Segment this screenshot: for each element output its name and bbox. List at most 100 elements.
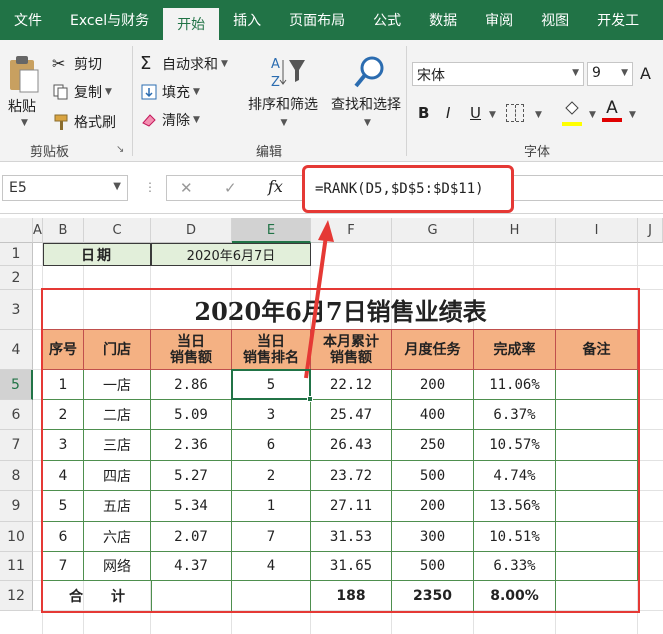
table-cell[interactable]: 1 <box>232 491 311 522</box>
header-cell[interactable]: 月度任务 <box>392 330 474 370</box>
more-options-icon[interactable]: ⋮ <box>144 180 156 194</box>
column-header-H[interactable]: H <box>474 218 556 243</box>
tab-4[interactable]: 页面布局 <box>275 0 359 40</box>
cancel-icon[interactable]: ✕ <box>180 179 193 197</box>
fill-handle[interactable] <box>307 396 313 402</box>
sort-filter-button[interactable]: A Z 排序和筛选 ▼ <box>244 54 324 134</box>
row-header-12[interactable]: 12 <box>0 581 33 611</box>
table-cell[interactable]: 4.74% <box>474 461 556 491</box>
table-cell[interactable]: 400 <box>392 400 474 430</box>
table-cell[interactable] <box>556 461 638 491</box>
find-select-dropdown-icon[interactable]: ▼ <box>364 118 371 128</box>
header-cell[interactable]: 本月累计 销售额 <box>311 330 392 370</box>
chevron-down-icon[interactable]: ▼ <box>113 181 121 192</box>
table-cell[interactable] <box>556 370 638 400</box>
row-header-3[interactable]: 3 <box>0 290 33 330</box>
row-header-9[interactable]: 9 <box>0 491 33 522</box>
date-label-cell[interactable]: 日期 <box>43 243 151 266</box>
table-cell[interactable]: 31.65 <box>311 552 392 581</box>
clear-button[interactable]: 清除 ▼ <box>140 110 200 130</box>
table-cell[interactable]: 三店 <box>84 430 151 461</box>
table-cell[interactable]: 4 <box>43 461 84 491</box>
table-cell[interactable]: 25.47 <box>311 400 392 430</box>
grow-font-icon[interactable]: A <box>640 64 651 83</box>
header-cell[interactable]: 序号 <box>43 330 84 370</box>
fill-dropdown-icon[interactable]: ▼ <box>193 87 200 97</box>
table-cell[interactable]: 500 <box>392 461 474 491</box>
table-cell[interactable]: 6.33% <box>474 552 556 581</box>
table-cell[interactable]: 2.36 <box>151 430 232 461</box>
table-cell[interactable]: 200 <box>392 491 474 522</box>
select-all-corner[interactable] <box>0 218 33 243</box>
column-header-G[interactable]: G <box>392 218 474 243</box>
bold-button[interactable]: B <box>418 104 429 122</box>
column-header-D[interactable]: D <box>151 218 232 243</box>
header-cell[interactable]: 门店 <box>84 330 151 370</box>
row-header-7[interactable]: 7 <box>0 430 33 461</box>
table-cell[interactable]: 23.72 <box>311 461 392 491</box>
copy-button[interactable]: 复制 ▼ <box>52 82 112 102</box>
tab-6[interactable]: 数据 <box>415 0 471 40</box>
font-size-select[interactable]: 9 ▼ <box>587 62 633 86</box>
table-cell[interactable]: 22.12 <box>311 370 392 400</box>
row-header-8[interactable]: 8 <box>0 461 33 491</box>
tab-7[interactable]: 审阅 <box>471 0 527 40</box>
table-cell[interactable]: 10.57% <box>474 430 556 461</box>
table-cell[interactable]: 5.27 <box>151 461 232 491</box>
table-cell[interactable]: 31.53 <box>311 522 392 552</box>
autosum-button[interactable]: Σ 自动求和 ▼ <box>140 54 228 74</box>
column-header-C[interactable]: C <box>84 218 151 243</box>
paste-dropdown-icon[interactable]: ▼ <box>21 118 28 128</box>
table-cell[interactable]: 2 <box>43 400 84 430</box>
chevron-down-icon[interactable]: ▼ <box>621 68 628 78</box>
borders-button[interactable] <box>506 104 524 122</box>
row-header-1[interactable]: 1 <box>0 243 33 266</box>
name-box[interactable]: E5 ▼ <box>2 175 128 201</box>
table-cell[interactable]: 26.43 <box>311 430 392 461</box>
fill-color-button[interactable] <box>562 100 584 126</box>
table-cell[interactable]: 6 <box>232 430 311 461</box>
fill-color-dropdown-icon[interactable]: ▼ <box>589 110 596 120</box>
table-title-cell[interactable]: 2020年6月7日销售业绩表 <box>43 290 638 330</box>
copy-dropdown-icon[interactable]: ▼ <box>105 87 112 97</box>
enter-icon[interactable]: ✓ <box>224 179 237 197</box>
table-cell[interactable]: 300 <box>392 522 474 552</box>
underline-dropdown-icon[interactable]: ▼ <box>489 110 496 120</box>
table-cell[interactable]: 10.51% <box>474 522 556 552</box>
clear-dropdown-icon[interactable]: ▼ <box>193 115 200 125</box>
format-painter-button[interactable]: 格式刷 <box>52 112 116 132</box>
table-cell[interactable] <box>556 522 638 552</box>
font-color-button[interactable]: A <box>602 98 622 126</box>
row-header-5[interactable]: 5 <box>0 370 33 400</box>
column-header-F[interactable]: F <box>311 218 392 243</box>
table-cell[interactable] <box>151 581 232 611</box>
sort-filter-dropdown-icon[interactable]: ▼ <box>281 118 288 128</box>
column-header-J[interactable]: J <box>638 218 663 243</box>
table-cell[interactable]: 5 <box>43 491 84 522</box>
cut-button[interactable]: ✂ 剪切 <box>52 54 102 74</box>
table-cell[interactable]: 11.06% <box>474 370 556 400</box>
total-rate-cell[interactable]: 8.00% <box>474 581 556 611</box>
paste-button[interactable]: 粘贴 ▼ <box>4 54 44 134</box>
table-cell[interactable]: 200 <box>392 370 474 400</box>
table-cell[interactable]: 6.37% <box>474 400 556 430</box>
row-header-4[interactable]: 4 <box>0 330 33 370</box>
table-cell[interactable]: 四店 <box>84 461 151 491</box>
tab-2[interactable]: 开始 <box>163 8 220 40</box>
total-sales-cell[interactable]: 188 <box>311 581 392 611</box>
tab-1[interactable]: Excel与财务 <box>56 0 163 40</box>
table-cell[interactable]: 六店 <box>84 522 151 552</box>
table-cell[interactable]: 500 <box>392 552 474 581</box>
fill-button[interactable]: 填充 ▼ <box>140 82 200 102</box>
table-cell[interactable] <box>556 491 638 522</box>
formula-input[interactable]: =RANK(D5,$D$5:$D$11) <box>302 165 514 213</box>
table-cell[interactable]: 2.07 <box>151 522 232 552</box>
table-cell[interactable]: 一店 <box>84 370 151 400</box>
table-cell[interactable]: 27.11 <box>311 491 392 522</box>
table-cell[interactable]: 二店 <box>84 400 151 430</box>
autosum-dropdown-icon[interactable]: ▼ <box>221 59 228 69</box>
tab-8[interactable]: 视图 <box>527 0 583 40</box>
table-cell[interactable] <box>556 552 638 581</box>
table-cell[interactable]: 3 <box>43 430 84 461</box>
table-cell[interactable] <box>556 400 638 430</box>
